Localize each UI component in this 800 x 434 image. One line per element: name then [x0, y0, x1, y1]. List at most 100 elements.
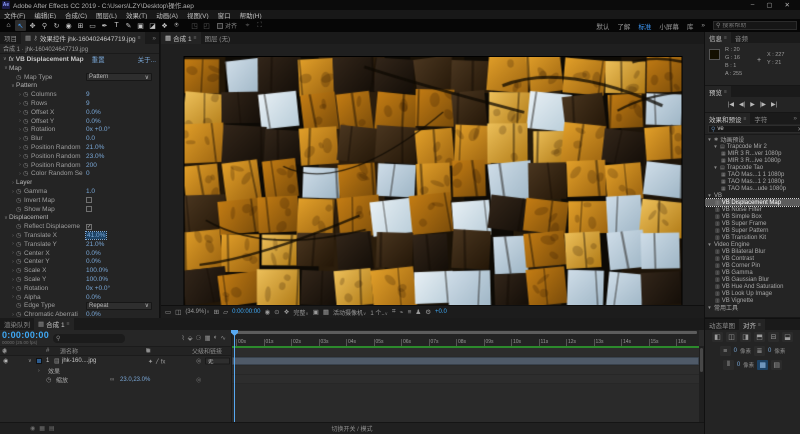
shape-tool[interactable]: ▭ [87, 20, 98, 31]
snapping-toggle[interactable]: 对齐 [217, 21, 237, 30]
property-value[interactable]: 0 [86, 170, 90, 177]
align-right-button[interactable]: ◨ [740, 332, 751, 342]
tab-align[interactable]: 对齐 ≡ [739, 319, 765, 330]
effects-tree-item[interactable]: ▥VB Gaussian Blur [705, 276, 800, 283]
spacing-value[interactable]: 0 [734, 348, 737, 354]
effect-property-row[interactable]: ›Layer [0, 178, 159, 187]
layer-visibility-icon[interactable]: ◉ [3, 358, 8, 365]
panel-menu-icon[interactable]: ≡ [138, 35, 141, 41]
tree-expander-icon[interactable]: ▼ [707, 193, 712, 198]
effect-property-row[interactable]: ∨Displacement [0, 214, 159, 223]
align-panel-menu-icon[interactable]: ≡ [758, 322, 761, 328]
stopwatch-icon[interactable]: ◷ [16, 188, 24, 195]
effect-property-row[interactable]: ›◷Color Random Se0 [0, 170, 159, 179]
timeline-toggle-icon[interactable]: ▤ [49, 425, 55, 432]
tab-render-queue[interactable]: 渲染队列 [0, 318, 34, 330]
effects-tree-item[interactable]: ▼▤Trapcode Tao [705, 164, 800, 171]
effects-tree-item[interactable]: ▥VB Noise Filter [705, 206, 800, 213]
effects-tree-item[interactable]: ▥VB Look Up Image [705, 290, 800, 297]
hand-tool[interactable]: ✥ [27, 20, 38, 31]
stopwatch-icon[interactable]: ◷ [23, 162, 31, 169]
pen-tool[interactable]: ✒ [99, 20, 110, 31]
property-value[interactable]: 100.0% [86, 267, 108, 274]
effects-tree-item[interactable]: ▥VB Simple Box [705, 213, 800, 220]
lock-icon[interactable]: ⚷ [33, 34, 38, 42]
menu-item[interactable]: 动画(A) [156, 10, 178, 20]
stopwatch-icon[interactable]: ◷ [23, 118, 31, 125]
effects-tree-item[interactable]: ▼Video Engine [705, 241, 800, 248]
channel-toggle-icon[interactable]: ◫ [175, 308, 181, 316]
last-frame-button[interactable]: ▶| [771, 101, 777, 108]
axis-world-icon[interactable]: ◰ [201, 20, 212, 31]
maximize-button[interactable]: ▢ [766, 1, 772, 9]
timeline-toggle-icon[interactable]: ◉ [30, 425, 35, 432]
next-frame-button[interactable]: |▶ [760, 101, 766, 108]
snapping-checkbox[interactable] [217, 23, 223, 29]
layer-color-chip[interactable] [36, 358, 42, 364]
timeline-search-input[interactable] [62, 335, 122, 341]
stopwatch-icon[interactable]: ◷ [16, 241, 24, 248]
tree-expander-icon[interactable]: ▼ [713, 144, 718, 149]
effect-property-row[interactable]: ◷Invert Map [0, 196, 159, 205]
tab-composition-view[interactable]: ▦合成 1≡ [161, 32, 201, 44]
parent-pickwhip-icon[interactable]: ◎ [196, 358, 201, 365]
effects-search-box[interactable]: ⚲ ✕ [708, 125, 800, 133]
mask-visibility-icon[interactable]: ▱ [223, 308, 228, 316]
menu-item[interactable]: 帮助(H) [240, 10, 262, 20]
tab-project[interactable]: 项目 [0, 32, 21, 44]
align-v-center-button[interactable]: ⊟ [768, 332, 779, 342]
scale-value[interactable]: 23.0,23.0% [120, 377, 150, 383]
effect-property-row[interactable]: ›◷Position Random23.0% [0, 152, 159, 161]
effect-about-button[interactable]: 关于... [138, 54, 156, 64]
tab-effect-controls[interactable]: ▦ ⚷ 效果控件 jhk-1604024647719.jpg ≡ [21, 32, 145, 44]
axis-local-icon[interactable]: ◳ [189, 20, 200, 31]
first-frame-button[interactable]: |◀ [728, 101, 734, 108]
effects-tree-item[interactable]: ▦MIR 3 R...ive 1080p [705, 157, 800, 164]
spacing-value[interactable]: 0 [768, 348, 771, 354]
effects-tree-item[interactable]: ▥VB Contrast [705, 255, 800, 262]
property-pickwhip-icon[interactable]: ◎ [196, 376, 201, 383]
fast-preview-icon[interactable]: ⌁ [400, 308, 404, 316]
property-checkbox[interactable] [86, 197, 92, 203]
effect-property-row[interactable]: ›◷Gamma1.0 [0, 187, 159, 196]
tab-effects-presets[interactable]: 效果和预设 ≡ [705, 113, 750, 124]
hide-shy-layers-icon[interactable]: ⚆ [196, 334, 202, 342]
align-h-center-button[interactable]: ◫ [726, 332, 737, 342]
property-value[interactable]: 23.0% [86, 153, 104, 160]
tab-composition[interactable]: ▦ 合成 1 ≡ [34, 318, 74, 330]
resolution-dropdown[interactable]: 完整∨ [293, 308, 308, 317]
stopwatch-icon[interactable]: ◷ [16, 267, 24, 274]
stopwatch-icon[interactable]: ◷ [23, 135, 31, 142]
effect-property-row[interactable]: ◷Edge TypeRepeat∨ [0, 302, 159, 311]
stopwatch-icon[interactable]: ◷ [23, 144, 31, 151]
draft-3d-icon[interactable]: ⬙ [188, 334, 193, 342]
clone-stamp-tool[interactable]: ▣ [135, 20, 146, 31]
distribute-right-button[interactable]: ≣ [754, 346, 765, 356]
property-checkbox[interactable]: ✓ [86, 224, 92, 230]
transparency-grid-icon[interactable]: ▦ [323, 308, 329, 316]
pixel-aspect-icon[interactable]: ⌗ [392, 308, 396, 316]
current-timecode[interactable]: 0:00:00:00 [2, 331, 49, 340]
property-value[interactable]: 9 [86, 91, 90, 98]
stopwatch-icon[interactable]: ◷ [16, 311, 24, 318]
tab-preview[interactable]: 预览 ≡ [705, 86, 731, 97]
property-value[interactable]: 0.0% [86, 258, 101, 265]
menu-item[interactable]: 文件(F) [4, 10, 25, 20]
work-area-bar[interactable] [234, 331, 697, 334]
toggle-switches-modes-button[interactable]: 切换开关 / 模式 [331, 424, 372, 433]
effects-tree-item[interactable]: ▼VB [705, 192, 800, 199]
effects-tree-item[interactable]: ▥VB Hue And Saturation [705, 283, 800, 290]
property-value[interactable]: 0.0% [86, 118, 101, 125]
menu-item[interactable]: 视图(V) [187, 10, 209, 20]
tree-expander-icon[interactable]: ▼ [707, 242, 712, 247]
info-panel-menu-icon[interactable]: ≡ [724, 35, 727, 41]
puppet-pin-tool[interactable]: ⍟ [171, 20, 182, 31]
workspace-2[interactable]: 了解 [617, 21, 630, 31]
distribute-even-button[interactable]: ⫴ [723, 360, 734, 370]
play-button[interactable]: ▶ [750, 101, 755, 108]
link-dimensions-icon[interactable]: ∞ [110, 377, 114, 383]
effects-tree-item[interactable]: ▦TAO Mas...ude 1080p [705, 185, 800, 192]
preview-window-icon[interactable]: ▭ [165, 308, 171, 316]
group-expander-icon[interactable]: › [38, 368, 40, 374]
effects-tree-item[interactable]: ▥VB Super Pattern [705, 227, 800, 234]
